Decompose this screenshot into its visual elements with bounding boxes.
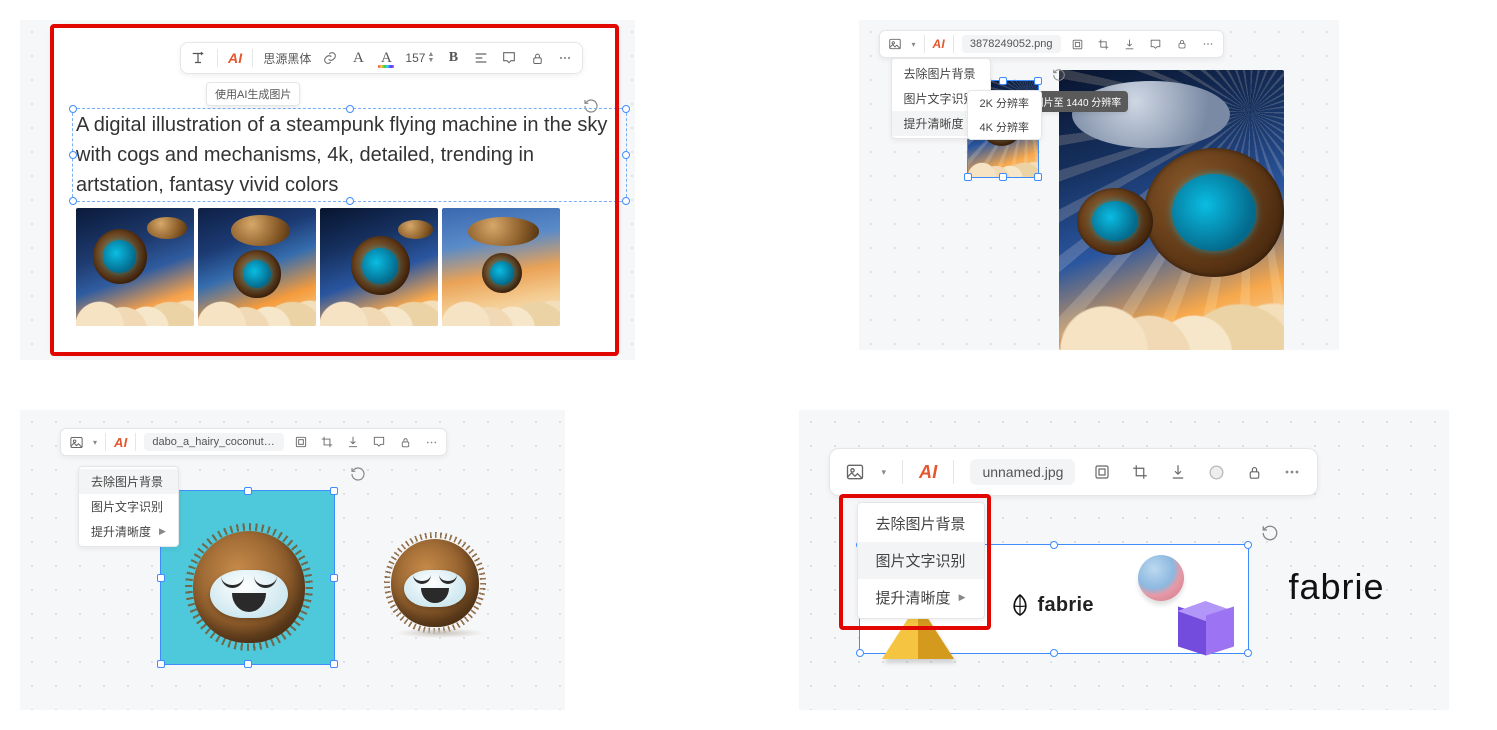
link-icon[interactable] (321, 49, 339, 67)
filename-label[interactable]: unnamed.jpg (970, 459, 1075, 485)
ai-button[interactable]: AI (933, 37, 945, 51)
thumbnail-4[interactable] (442, 208, 560, 326)
toolbar-divider (902, 460, 903, 484)
lock-icon[interactable] (396, 433, 414, 451)
font-color-a[interactable]: A (377, 49, 395, 67)
comment-icon[interactable] (1147, 35, 1165, 53)
menu-remove-bg[interactable]: 去除图片背景 (858, 505, 984, 542)
lock-icon[interactable] (1243, 461, 1265, 483)
fit-icon[interactable] (1091, 461, 1113, 483)
menu-remove-bg[interactable]: 去除图片背景 (79, 469, 178, 494)
toolbar-divider (252, 49, 253, 67)
toolbar-divider (135, 433, 136, 451)
comment-icon[interactable] (500, 49, 518, 67)
thumbnail-2[interactable] (198, 208, 316, 326)
image-toolbar: ▾ AI 3878249052.png (879, 30, 1224, 58)
font-family-select[interactable]: 思源黑体 (263, 50, 311, 67)
menu-ocr[interactable]: 图片文字识别 (79, 494, 178, 519)
align-icon[interactable] (472, 49, 490, 67)
comment-icon[interactable] (370, 433, 388, 451)
font-size-stepper[interactable]: 157 ▲▼ (405, 51, 434, 65)
lock-icon[interactable] (1173, 35, 1191, 53)
download-icon[interactable] (1121, 35, 1139, 53)
ai-button[interactable]: AI (114, 435, 127, 450)
menu-upscale[interactable]: 提升清晰度▶ (79, 519, 178, 544)
filename-label[interactable]: 3878249052.png (962, 35, 1061, 53)
fit-icon[interactable] (1069, 35, 1087, 53)
toolbar-divider (953, 460, 954, 484)
ai-button[interactable]: AI (919, 462, 937, 483)
panel-text-to-image: AI 思源黑体 A A 157 ▲▼ B 使用AI生成图片 (20, 20, 635, 360)
crop-icon[interactable] (1095, 35, 1113, 53)
more-icon[interactable] (1281, 461, 1303, 483)
image-icon[interactable] (844, 461, 866, 483)
panel-remove-bg: ▾ AI dabo_a_hairy_coconut_in_the_mi 去除图片… (20, 410, 565, 710)
fabrie-logo-inline: fabrie (1010, 593, 1094, 617)
ai-menu: 去除图片背景 图片文字识别 提升清晰度▶ (78, 466, 179, 547)
ai-menu: 去除图片背景 图片文字识别 提升清晰度▶ (857, 502, 985, 619)
download-icon[interactable] (344, 433, 362, 451)
toolbar-divider (953, 35, 954, 53)
more-icon[interactable] (556, 49, 574, 67)
more-icon[interactable] (1199, 35, 1217, 53)
crop-icon[interactable] (318, 433, 336, 451)
image-toolbar: ▾ AI unnamed.jpg (829, 448, 1319, 496)
image-icon[interactable] (67, 433, 85, 451)
menu-ocr[interactable]: 图片文字识别 (858, 542, 984, 579)
ai-button[interactable]: AI (228, 50, 242, 66)
thumbnail-3[interactable] (320, 208, 438, 326)
bg-removed-image[interactable] (380, 528, 490, 638)
bold-button[interactable]: B (444, 49, 462, 67)
menu-upscale[interactable]: 提升清晰度▶ (858, 579, 984, 616)
font-format-a[interactable]: A (349, 49, 367, 67)
thumbnail-1[interactable] (76, 208, 194, 326)
toolbar-divider (924, 35, 925, 53)
ocr-result-text: fabrie (1289, 566, 1385, 608)
submenu-4k[interactable]: 4K 分辨率 (968, 115, 1042, 139)
comment-icon[interactable] (1205, 461, 1227, 483)
menu-remove-bg[interactable]: 去除图片背景 (892, 61, 991, 86)
shadow (395, 628, 485, 638)
text-toolbar: AI 思源黑体 A A 157 ▲▼ B (180, 42, 583, 74)
refresh-icon[interactable] (1052, 68, 1068, 84)
image-icon[interactable] (886, 35, 904, 53)
toolbar-divider (105, 433, 106, 451)
refresh-icon[interactable] (1261, 524, 1277, 540)
filename-label[interactable]: dabo_a_hairy_coconut_in_the_mi (144, 433, 284, 451)
generated-thumbnails (76, 208, 560, 326)
lock-icon[interactable] (528, 49, 546, 67)
ai-tooltip: 使用AI生成图片 (206, 82, 300, 106)
text-icon[interactable] (189, 49, 207, 67)
fit-icon[interactable] (292, 433, 310, 451)
upscaled-image[interactable] (1059, 70, 1284, 350)
sphere-shape (1138, 555, 1184, 601)
image-toolbar: ▾ AI dabo_a_hairy_coconut_in_the_mi (60, 428, 447, 456)
download-icon[interactable] (1167, 461, 1189, 483)
text-selection (72, 108, 627, 202)
panel-upscale: ▾ AI 3878249052.png 去除图片背景 图片文字识别 提升清晰度▶… (859, 20, 1339, 350)
hexagon-shape (1178, 601, 1234, 651)
source-image-selection[interactable] (160, 490, 335, 665)
refresh-icon[interactable] (350, 466, 366, 482)
panel-ocr: ▾ AI unnamed.jpg 去除图片背景 图片文字识别 提升清晰度▶ fa… (799, 410, 1449, 710)
submenu-2k[interactable]: 2K 分辨率 (968, 91, 1042, 115)
crop-icon[interactable] (1129, 461, 1151, 483)
toolbar-divider (217, 49, 218, 67)
more-icon[interactable] (422, 433, 440, 451)
ai-submenu: 2K 分辨率 4K 分辨率 (967, 90, 1043, 140)
